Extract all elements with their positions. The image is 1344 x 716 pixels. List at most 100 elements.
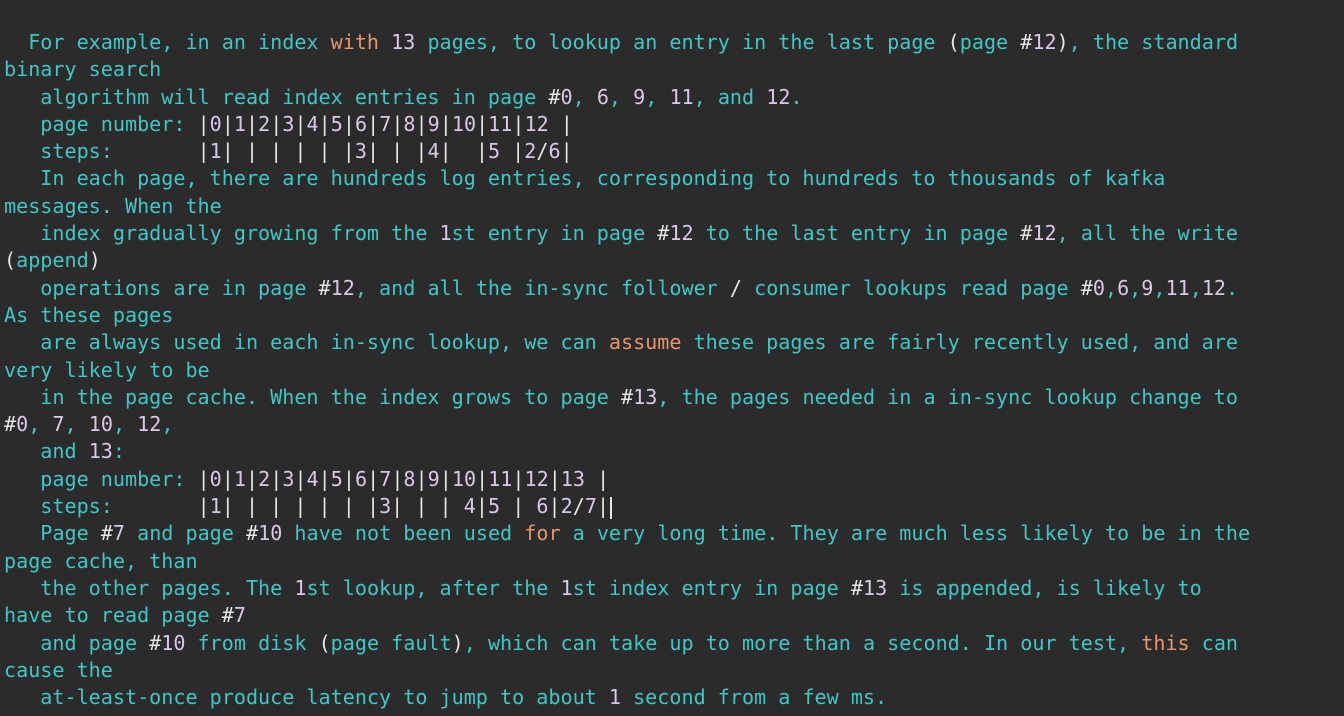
symbol-segment: | [500,494,537,519]
text-line: index gradually growing from the 1st ent… [4,220,1340,247]
number-segment: 10 [258,521,283,546]
number-segment: 5 [330,466,343,491]
number-segment: 8 [403,111,416,136]
number-segment: 1 [608,685,621,710]
number-segment: 12 [137,412,162,437]
number-segment: 0 [16,412,29,437]
symbol-segment: | [318,111,331,136]
text-line: and page #10 from disk (page fault), whi… [4,630,1340,657]
number-segment: 9 [427,466,440,491]
symbol-segment: # [1020,221,1033,246]
symbol-segment: | [548,111,573,136]
text-segment: page [959,30,1021,54]
symbol-segment: | [439,111,452,136]
text-segment: Page [4,521,101,546]
symbol-segment: | [391,111,404,136]
number-segment: 5 [330,111,343,136]
symbol-segment: | [294,111,307,136]
number-segment: 2 [258,111,271,136]
text-segment: : [112,439,125,464]
text-segment [379,30,391,54]
number-segment: 6 [548,139,561,164]
number-segment: 5 [487,139,501,164]
text-line: in the page cache. When the index grows … [4,384,1340,411]
number-segment: 3 [282,111,295,136]
number-segment: 7 [112,521,125,546]
number-segment: 1 [209,139,222,164]
symbol-segment: | [367,466,380,491]
text-segment: page fault [330,630,452,655]
text-line: at-least-once produce latency to jump to… [4,684,1340,711]
symbol-segment: | [221,111,234,136]
number-segment: 12 [330,275,355,300]
symbol-segment: ( [947,30,960,54]
symbol-segment: # [548,84,561,109]
text-segment: can [1189,630,1239,655]
symbol-segment: # [1080,275,1093,300]
text-line: are always used in each in-sync lookup, … [4,329,1340,356]
text-line: In each page, there are hundreds log ent… [4,165,1340,192]
number-segment: 12 [1201,275,1227,300]
number-segment: 13 [391,30,416,54]
number-segment: 11 [1165,275,1190,300]
number-segment: 2 [560,494,573,519]
text-segment: binary search [4,57,162,82]
symbol-segment: | [512,111,525,136]
symbol-segment: | [270,111,283,136]
text-segment: page cache, than [4,548,198,573]
text-line: #0, 7, 10, 12, [4,411,1340,438]
text-segment: cause the [4,657,113,682]
symbol-segment: | [475,494,488,519]
text-segment: in the page cache. When the index grows … [4,384,621,409]
text-line: operations are in page #12, and all the … [4,275,1340,302]
symbol-segment: # [245,521,259,546]
text-line: (append) [4,247,1340,274]
symbol-segment: | [246,466,259,491]
text-segment: For example, in an index [4,30,331,54]
number-segment: 6 [596,84,609,109]
text-segment: have to read page [4,603,222,628]
text-line: For example, in an index with 13 pages, … [4,29,1340,56]
text-segment: messages. When the [4,193,222,218]
text-segment: very likely to be [4,357,210,382]
terminal-text-area[interactable]: For example, in an index with 13 pages, … [4,29,1340,715]
keyword-segment: with [330,30,380,54]
text-segment: , [1104,275,1118,300]
symbol-segment: | [415,111,428,136]
symbol-segment: | [391,466,404,491]
symbol-segment: # [1020,30,1033,54]
number-segment: 9 [1141,275,1154,300]
text-segment: to the last entry in page [693,221,1021,246]
text-line: page number: |0|1|2|3|4|5|6|7|8|9|10|11|… [4,111,1340,138]
text-line: have to read page #7 [4,602,1340,629]
symbol-segment: | | | | | | | [221,494,380,519]
keyword-segment: assume [608,330,682,355]
text-segment: , all the write [1056,221,1239,246]
symbol-segment: | | [439,139,488,164]
number-segment: 4 [427,139,440,164]
symbol-segment: | [342,111,355,136]
number-segment: 5 [487,494,501,519]
symbol-segment: / [536,139,549,164]
text-segment: have not been used [282,521,525,546]
text-segment: , [608,84,634,109]
number-segment: 7 [379,466,392,491]
number-segment: 12 [524,111,549,136]
text-segment: , [572,84,597,109]
text-segment: a very long time. They are much less lik… [560,521,1251,546]
number-segment: 8 [403,466,416,491]
text-segment: operations are in page [4,275,319,300]
number-segment: 9 [427,111,440,136]
number-segment: 6 [354,466,368,491]
text-segment: st index entry in page [572,575,851,600]
text-segment: steps: [4,494,198,519]
text-segment: from disk [185,630,319,655]
text-segment: , [1189,275,1202,300]
number-segment: 10 [161,630,186,655]
text-segment: , [112,412,138,437]
text-segment: algorithm will read index entries in pag… [4,84,549,109]
number-segment: 1 [439,221,452,246]
symbol-segment: | [246,111,259,136]
symbol-segment: # [620,384,634,409]
symbol-segment: # [100,521,113,546]
